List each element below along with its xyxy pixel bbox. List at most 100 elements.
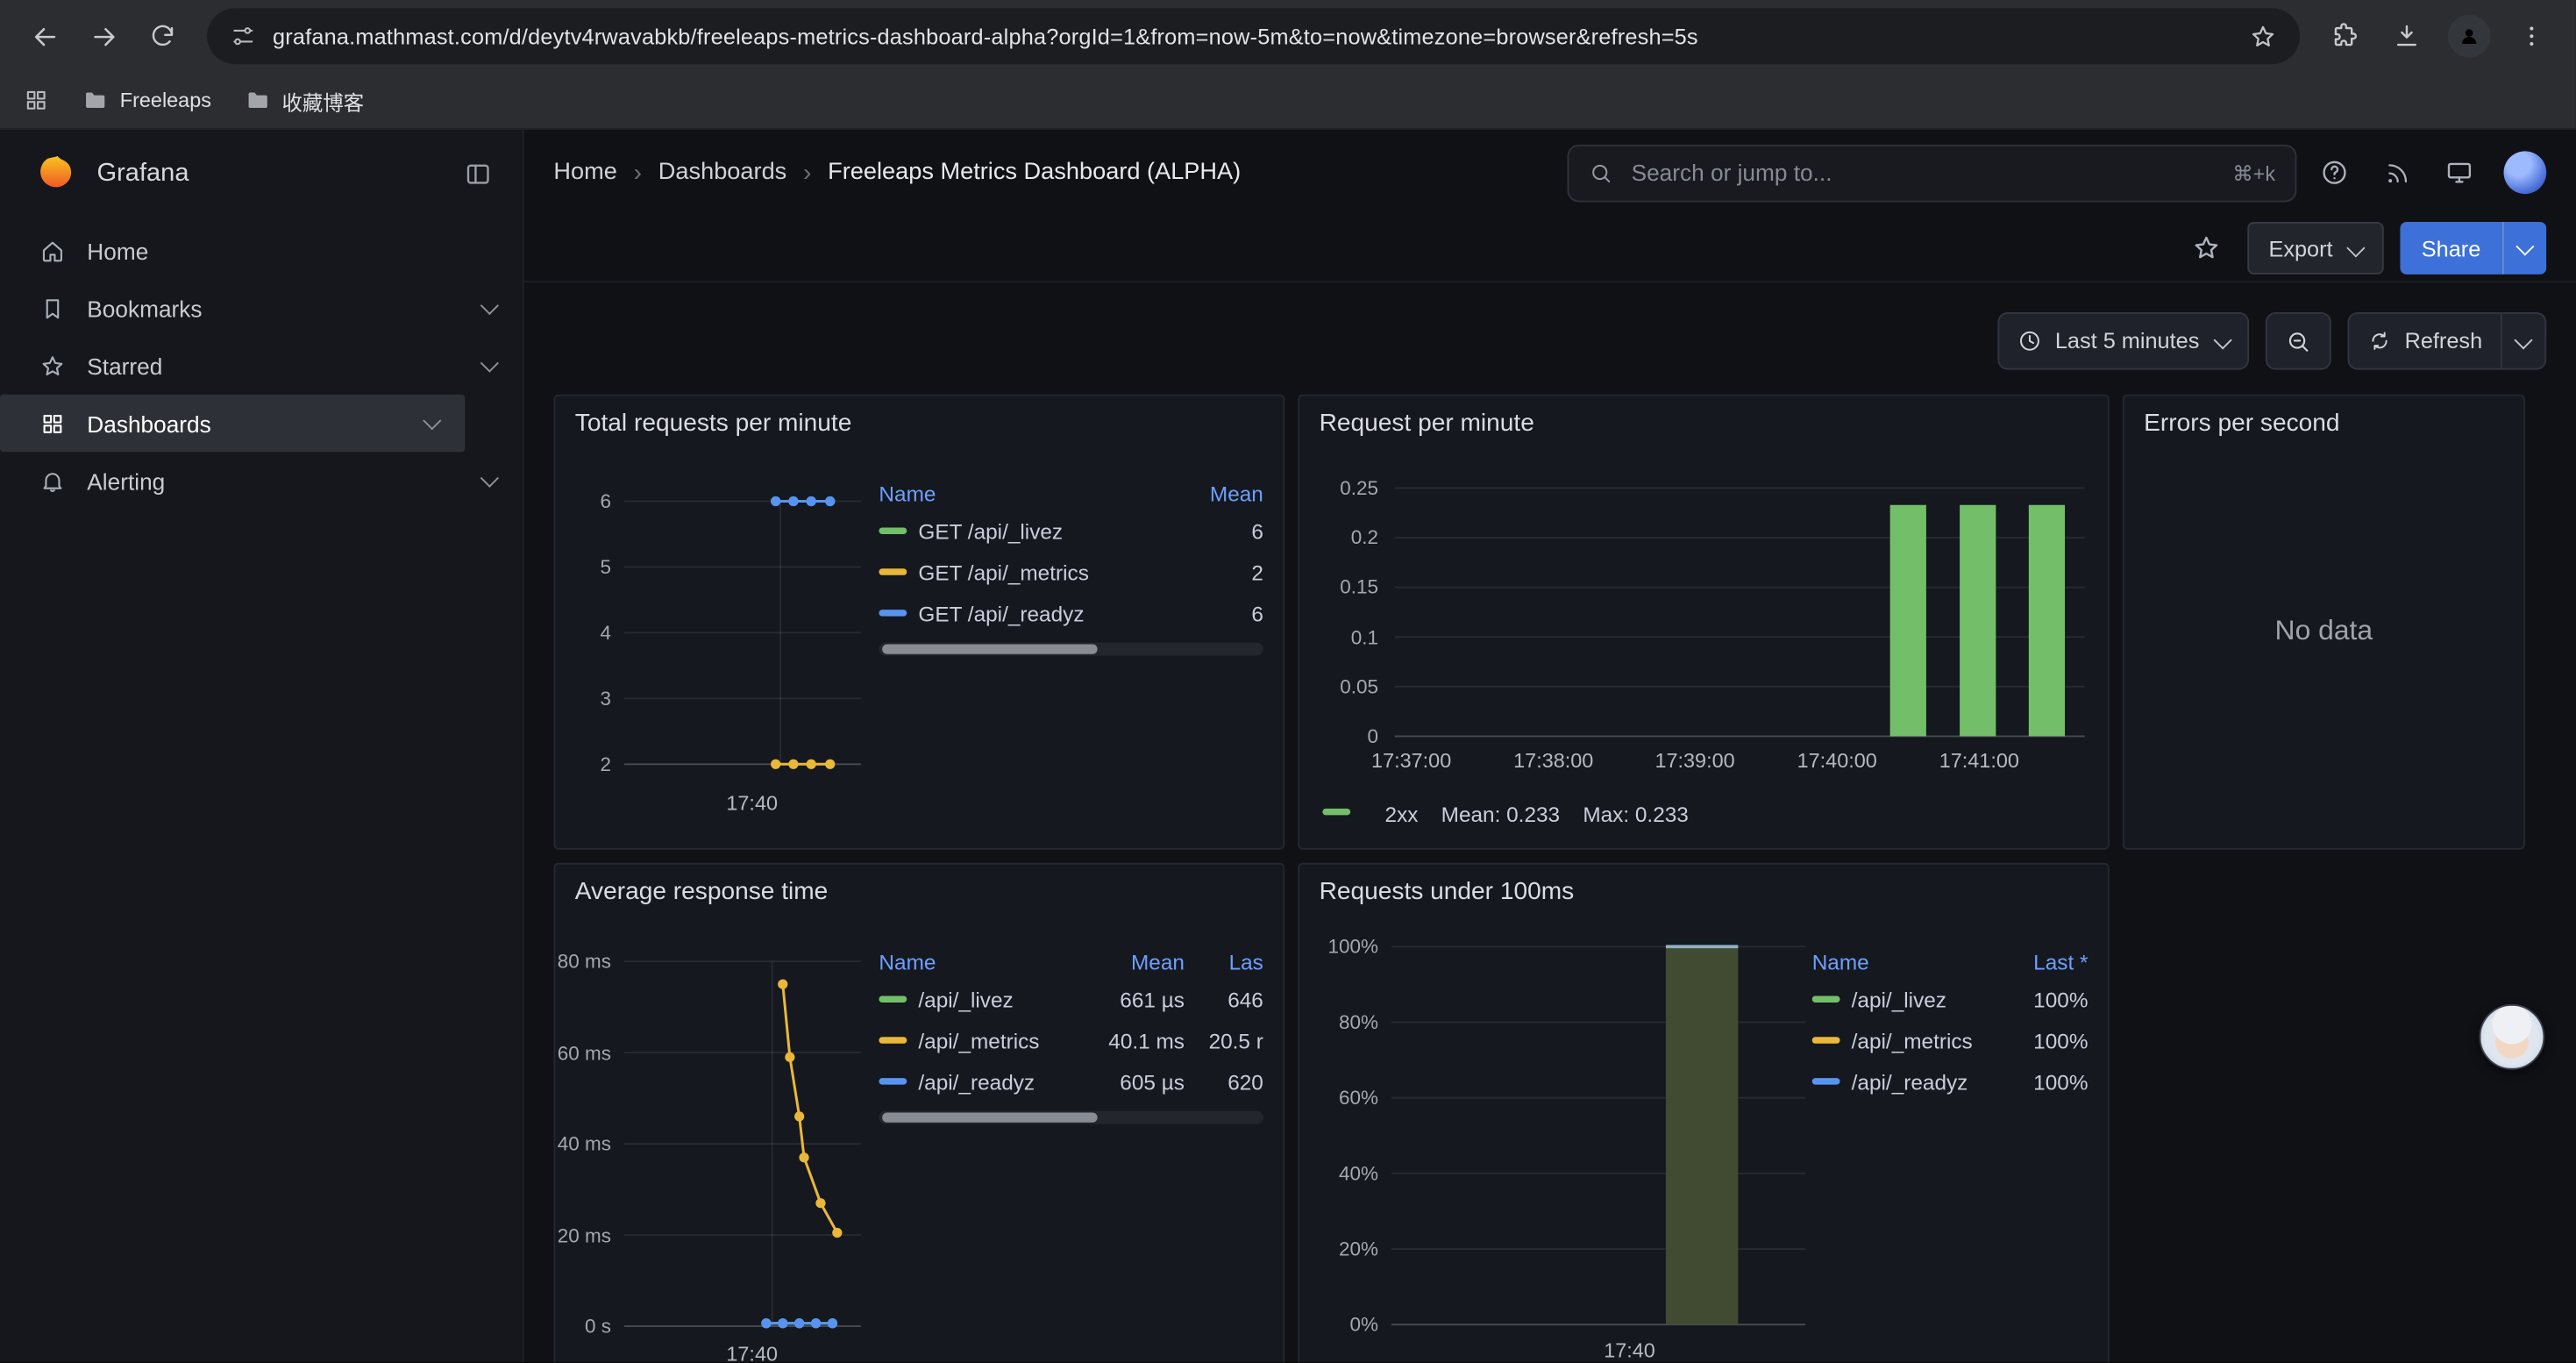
- help-button[interactable]: [2309, 148, 2359, 197]
- panel-body: 80 ms60 ms40 ms20 ms0 s 17:40 Name Mean La…: [555, 912, 1283, 1363]
- user-avatar[interactable]: [2504, 151, 2547, 194]
- y-tick-label: 6: [600, 489, 611, 512]
- refresh-interval-button[interactable]: [2501, 314, 2545, 368]
- forward-icon: [88, 20, 119, 52]
- share-button[interactable]: Share: [2400, 222, 2501, 275]
- search-bar[interactable]: ⌘+k: [1568, 144, 2297, 202]
- series-name[interactable]: GET /api/_livez: [879, 511, 1164, 553]
- share-menu-button[interactable]: [2502, 222, 2547, 275]
- series-color-dash: [1812, 996, 1840, 1003]
- series-name[interactable]: /api/_livez: [1812, 980, 1989, 1021]
- breadcrumb-dashboards[interactable]: Dashboards: [658, 160, 786, 186]
- series-value: 661 µs: [1083, 980, 1185, 1021]
- legend-column-header[interactable]: Last *: [2003, 945, 2088, 979]
- chevron-down-icon[interactable]: [423, 410, 441, 429]
- extensions-button[interactable]: [2316, 8, 2373, 64]
- assistant-avatar-button[interactable]: [2479, 1004, 2544, 1070]
- export-button[interactable]: Export: [2247, 222, 2384, 275]
- avg-response-chart[interactable]: 80 ms60 ms40 ms20 ms0 s 17:40: [568, 912, 872, 1363]
- x-tick-label: 17:37:00: [1371, 749, 1451, 772]
- breadcrumb: Home › Dashboards › Freeleaps Metrics Da…: [553, 159, 1241, 187]
- y-tick-label: 0 s: [585, 1315, 611, 1338]
- url-text[interactable]: grafana.mathmast.com/d/deytv4rwavabkb/fr…: [273, 24, 2232, 48]
- legend-scrollbar[interactable]: [879, 1111, 1263, 1124]
- series-name[interactable]: GET /api/_metrics: [879, 553, 1164, 594]
- refresh-button[interactable]: Refresh: [2349, 314, 2501, 368]
- url-bar[interactable]: grafana.mathmast.com/d/deytv4rwavabkb/fr…: [207, 8, 2300, 64]
- legend-column-header[interactable]: Mean: [1083, 945, 1185, 979]
- plot-area[interactable]: [624, 501, 861, 764]
- series-name[interactable]: /api/_metrics: [1812, 1021, 1989, 1062]
- legend-column-header[interactable]: Las: [1198, 945, 1263, 979]
- panel-title[interactable]: Errors per second: [2124, 396, 2523, 444]
- series-max: Max: 0.233: [1583, 802, 1689, 826]
- series-name[interactable]: GET /api/_readyz: [879, 593, 1164, 634]
- series-value: 100%: [2003, 1061, 2088, 1103]
- series-name[interactable]: /api/_metrics: [879, 1021, 1069, 1062]
- total-requests-chart[interactable]: 65432 17:40: [568, 444, 872, 830]
- y-tick-label: 0.25: [1340, 476, 1378, 499]
- grafana-logo[interactable]: [36, 153, 79, 196]
- legend-column-header[interactable]: Name: [879, 945, 1069, 979]
- news-button[interactable]: [2373, 148, 2422, 197]
- zoom-out-button[interactable]: [2265, 312, 2330, 370]
- favorite-dashboard-button[interactable]: [2181, 224, 2231, 273]
- y-tick-label: 60 ms: [558, 1041, 611, 1064]
- screen-button[interactable]: [2435, 148, 2484, 197]
- downloads-button[interactable]: [2379, 8, 2435, 64]
- reload-button[interactable]: [135, 8, 191, 64]
- refresh-label: Refresh: [2405, 329, 2483, 353]
- legend-column-header[interactable]: Name: [1812, 945, 1989, 979]
- collapse-sidebar-icon[interactable]: [463, 160, 493, 189]
- panel-average-response-time: Average response time 80 ms60 ms40 ms20 …: [553, 863, 1284, 1363]
- series-name[interactable]: 2xx: [1385, 802, 1419, 826]
- series-name[interactable]: /api/_readyz: [1812, 1061, 1989, 1103]
- series-name[interactable]: /api/_readyz: [879, 1061, 1069, 1103]
- folder-icon: [244, 87, 270, 113]
- forward-button[interactable]: [75, 8, 132, 64]
- breadcrumb-separator: ›: [634, 159, 642, 187]
- y-tick-label: 60%: [1339, 1087, 1378, 1110]
- site-settings-icon[interactable]: [230, 23, 256, 49]
- sidebar-item-starred[interactable]: Starred: [0, 337, 523, 395]
- chevron-down-icon[interactable]: [480, 296, 499, 314]
- panel-title[interactable]: Request per minute: [1299, 396, 2108, 444]
- panel-title[interactable]: Total requests per minute: [555, 396, 1283, 444]
- bookmark-folder-blogs[interactable]: 收藏博客: [244, 84, 364, 116]
- browser-chrome: grafana.mathmast.com/d/deytv4rwavabkb/fr…: [0, 0, 2576, 130]
- panel-title[interactable]: Average response time: [555, 865, 1283, 912]
- sidebar-item-dashboards[interactable]: Dashboards: [0, 395, 465, 453]
- refresh-icon: [2366, 329, 2391, 353]
- bookmark-folder-freeleaps[interactable]: Freeleaps: [82, 87, 211, 113]
- profile-button[interactable]: [2441, 8, 2497, 64]
- legend-column-header[interactable]: Mean: [1178, 476, 1263, 510]
- scrollbar-thumb[interactable]: [882, 1112, 1098, 1122]
- time-range-button[interactable]: Last 5 minutes: [1997, 312, 2248, 370]
- scrollbar-thumb[interactable]: [882, 644, 1098, 653]
- chevron-down-icon[interactable]: [480, 353, 499, 372]
- request-per-minute-chart[interactable]: 0.250.20.150.10.050 17:37:0017:38:0017:3…: [1313, 444, 2098, 838]
- series-name[interactable]: /api/_livez: [879, 980, 1069, 1021]
- bookmark-star-icon[interactable]: [2249, 22, 2277, 50]
- panel-title[interactable]: Requests under 100ms: [1299, 865, 2108, 912]
- legend-scrollbar[interactable]: [879, 643, 1263, 656]
- series-value: 6: [1178, 511, 1263, 553]
- sidebar-item-bookmarks[interactable]: Bookmarks: [0, 280, 523, 338]
- series-color-dash: [1812, 1079, 1840, 1085]
- sidebar-item-label: Bookmarks: [87, 295, 202, 321]
- sidebar-item-alerting[interactable]: Alerting: [0, 452, 523, 510]
- plot-area[interactable]: [1395, 488, 2085, 736]
- search-input[interactable]: [1628, 158, 2218, 188]
- back-button[interactable]: [17, 8, 73, 64]
- sidebar-item-home[interactable]: Home: [0, 222, 523, 280]
- under-100ms-chart[interactable]: 100%80%60%40%20%0% 17:40: [1313, 912, 1805, 1363]
- breadcrumb-home[interactable]: Home: [553, 160, 616, 186]
- chevron-down-icon[interactable]: [480, 468, 499, 487]
- y-tick-label: 0.15: [1340, 575, 1378, 598]
- browser-menu-button[interactable]: [2504, 8, 2560, 64]
- legend-column-header[interactable]: Name: [879, 476, 1164, 510]
- plot-area[interactable]: [624, 961, 861, 1326]
- plot-area[interactable]: [1391, 946, 1805, 1324]
- apps-grid-icon[interactable]: [23, 87, 49, 113]
- x-tick-label: 17:38:00: [1513, 749, 1593, 772]
